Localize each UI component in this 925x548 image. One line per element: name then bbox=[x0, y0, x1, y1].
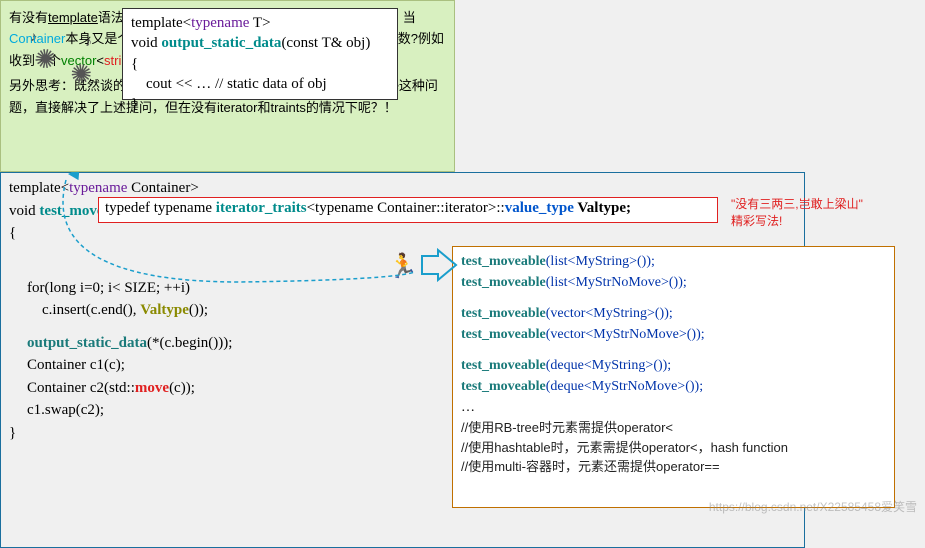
watermark: https://blog.csdn.net/X22585458爱笑雪 bbox=[709, 498, 917, 515]
code-line: … bbox=[461, 397, 886, 418]
calls-box: test_moveable(list<MyString>()); test_mo… bbox=[452, 246, 895, 508]
arrow-icon bbox=[420, 248, 460, 282]
comment-line: //使用multi-容器时，元素还需提供operator== bbox=[461, 457, 886, 477]
curve-arrow-icon bbox=[60, 172, 460, 312]
comment-line: //使用RB-tree时元素需提供operator< bbox=[461, 418, 886, 438]
typedef-highlight: typedef typename iterator_traits<typenam… bbox=[98, 197, 718, 223]
top-code-box: template<typename T> void output_static_… bbox=[122, 8, 398, 100]
music-note-icon: ♪ bbox=[30, 30, 37, 46]
code-line: void output_static_data(const T& obj) bbox=[131, 33, 389, 53]
comment-line: //使用hashtable时，元素需提供operator<，hash funct… bbox=[461, 438, 886, 458]
code-line: template<typename T> bbox=[131, 13, 389, 33]
code-line: test_moveable(list<MyStrNoMove>()); bbox=[461, 272, 886, 293]
code-line: test_moveable(deque<MyString>()); bbox=[461, 355, 886, 376]
music-note-icon: ♪ bbox=[85, 35, 92, 51]
code-line: test_moveable(deque<MyStrNoMove>()); bbox=[461, 376, 886, 397]
code-line: cout << … // static data of obj bbox=[131, 74, 389, 94]
code-line: } bbox=[131, 94, 389, 114]
code-line: { bbox=[131, 54, 389, 74]
code-line: test_moveable(vector<MyString>()); bbox=[461, 303, 886, 324]
code-line: test_moveable(vector<MyStrNoMove>()); bbox=[461, 324, 886, 345]
red-annotation: "没有三两三,岂敢上梁山" 精彩写法! bbox=[731, 196, 891, 230]
code-line: test_moveable(list<MyString>()); bbox=[461, 251, 886, 272]
